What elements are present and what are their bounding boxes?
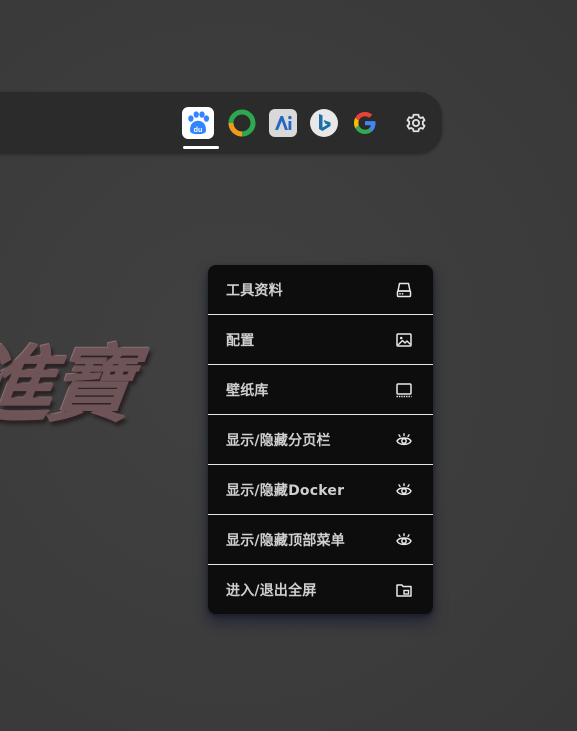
image-icon <box>395 331 413 349</box>
hard-drive-icon <box>395 281 413 299</box>
context-menu: 工具资料 配置 壁纸库 显示/隐藏分页栏 显示/隐藏Docker 显示/隐藏顶部… <box>208 265 433 614</box>
eye-icon <box>395 531 413 549</box>
menu-item-toggle-docker[interactable]: 显示/隐藏Docker <box>208 465 433 515</box>
menu-item-tools[interactable]: 工具资料 <box>208 265 433 315</box>
bing-icon <box>310 109 338 137</box>
search-engine-baidu[interactable]: du <box>182 107 214 139</box>
search-bar: du <box>0 92 442 154</box>
fullscreen-icon <box>395 581 413 599</box>
menu-item-label: 进入/退出全屏 <box>226 582 317 599</box>
search-engine-ai[interactable] <box>267 107 299 139</box>
eye-icon <box>395 481 413 499</box>
search-engine-bing[interactable] <box>308 107 340 139</box>
menu-item-toggle-pagination[interactable]: 显示/隐藏分页栏 <box>208 415 433 465</box>
selected-engine-indicator <box>183 146 219 149</box>
search-engine-360[interactable] <box>226 107 258 139</box>
menu-item-label: 显示/隐藏分页栏 <box>226 432 331 449</box>
menu-item-wallpaper[interactable]: 壁纸库 <box>208 365 433 415</box>
menu-item-label: 显示/隐藏顶部菜单 <box>226 532 345 549</box>
google-icon <box>354 112 376 134</box>
menu-item-label: 显示/隐藏Docker <box>226 482 345 499</box>
ring-icon <box>228 109 256 137</box>
menu-item-config[interactable]: 配置 <box>208 315 433 365</box>
ai-icon <box>269 109 297 137</box>
baidu-icon: du <box>182 107 214 139</box>
menu-item-fullscreen[interactable]: 进入/退出全屏 <box>208 565 433 614</box>
baidu-icon-label: du <box>194 126 203 134</box>
monitor-icon <box>395 381 413 399</box>
menu-item-toggle-top-menu[interactable]: 显示/隐藏顶部菜单 <box>208 515 433 565</box>
menu-item-label: 壁纸库 <box>226 382 269 399</box>
background-calligraphy: 進寶 <box>0 335 137 434</box>
menu-item-label: 工具资料 <box>226 282 283 299</box>
page: 進寶 du 工具资料 配置 壁纸库 显示/隐藏分页栏 显示/隐藏Docker 显… <box>0 0 577 731</box>
settings-button[interactable] <box>400 107 432 139</box>
eye-icon <box>395 431 413 449</box>
search-engine-google[interactable] <box>349 107 381 139</box>
gear-icon <box>406 113 426 133</box>
menu-item-label: 配置 <box>226 332 255 349</box>
